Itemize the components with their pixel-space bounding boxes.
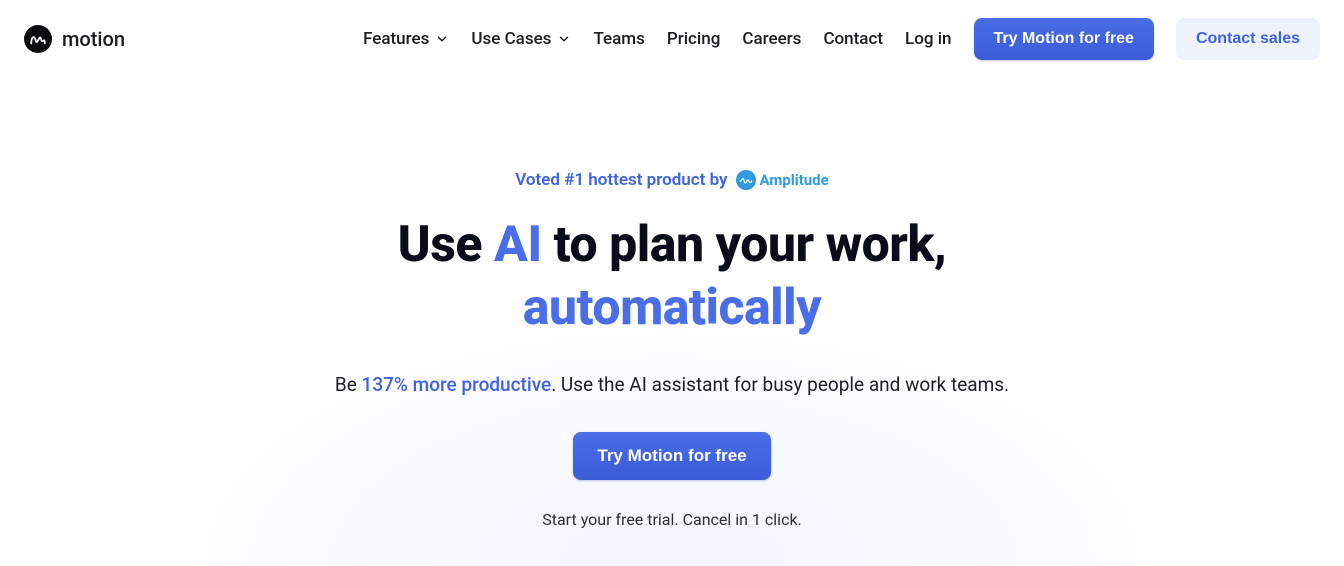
try-free-button[interactable]: Try Motion for free [974, 18, 1154, 60]
nav-login-label: Log in [905, 29, 951, 49]
nav-use-cases-label: Use Cases [471, 29, 551, 49]
nav-features[interactable]: Features [363, 29, 449, 49]
sub-pre: Be [335, 373, 362, 396]
sub-post: . Use the AI assistant for busy people a… [551, 373, 1009, 396]
amplitude-label: Amplitude [760, 171, 829, 189]
amplitude-icon [736, 170, 756, 190]
nav-teams-label: Teams [593, 29, 644, 49]
nav-careers[interactable]: Careers [742, 29, 801, 49]
hero-try-free-button[interactable]: Try Motion for free [573, 432, 770, 480]
tagline: Voted #1 hottest product by Amplitude [0, 170, 1344, 190]
logo-mark-icon [24, 25, 52, 53]
hero-section: Voted #1 hottest product by Amplitude Us… [0, 170, 1344, 529]
main-nav: Features Use Cases Teams Pricing Careers… [363, 18, 1320, 60]
sub-highlight: 137% more productive [362, 373, 552, 396]
headline-auto: automatically [523, 279, 821, 337]
hero-headline: Use AI to plan your work, automatically [0, 214, 1344, 339]
hero-microcopy: Start your free trial. Cancel in 1 click… [0, 510, 1344, 529]
brand-name: motion [62, 27, 125, 51]
headline-ai: AI [494, 216, 542, 274]
nav-pricing[interactable]: Pricing [667, 29, 721, 49]
nav-contact[interactable]: Contact [823, 29, 883, 49]
nav-careers-label: Careers [742, 29, 801, 49]
chevron-down-icon [435, 32, 449, 46]
contact-sales-button[interactable]: Contact sales [1176, 18, 1320, 60]
nav-contact-label: Contact [823, 29, 883, 49]
hero-cta: Try Motion for free [0, 432, 1344, 480]
nav-features-label: Features [363, 29, 429, 49]
site-header: motion Features Use Cases Teams Pricing … [0, 0, 1344, 60]
amplitude-badge[interactable]: Amplitude [736, 170, 829, 190]
nav-pricing-label: Pricing [667, 29, 721, 49]
headline-mid: to plan your work, [542, 216, 947, 274]
nav-login[interactable]: Log in [905, 29, 951, 49]
hero-subhead: Be 137% more productive. Use the AI assi… [0, 373, 1344, 396]
brand-logo[interactable]: motion [24, 25, 125, 53]
nav-teams[interactable]: Teams [593, 29, 644, 49]
headline-pre: Use [398, 216, 494, 274]
nav-use-cases[interactable]: Use Cases [471, 29, 571, 49]
chevron-down-icon [557, 32, 571, 46]
tagline-text: Voted #1 hottest product by [515, 170, 727, 190]
